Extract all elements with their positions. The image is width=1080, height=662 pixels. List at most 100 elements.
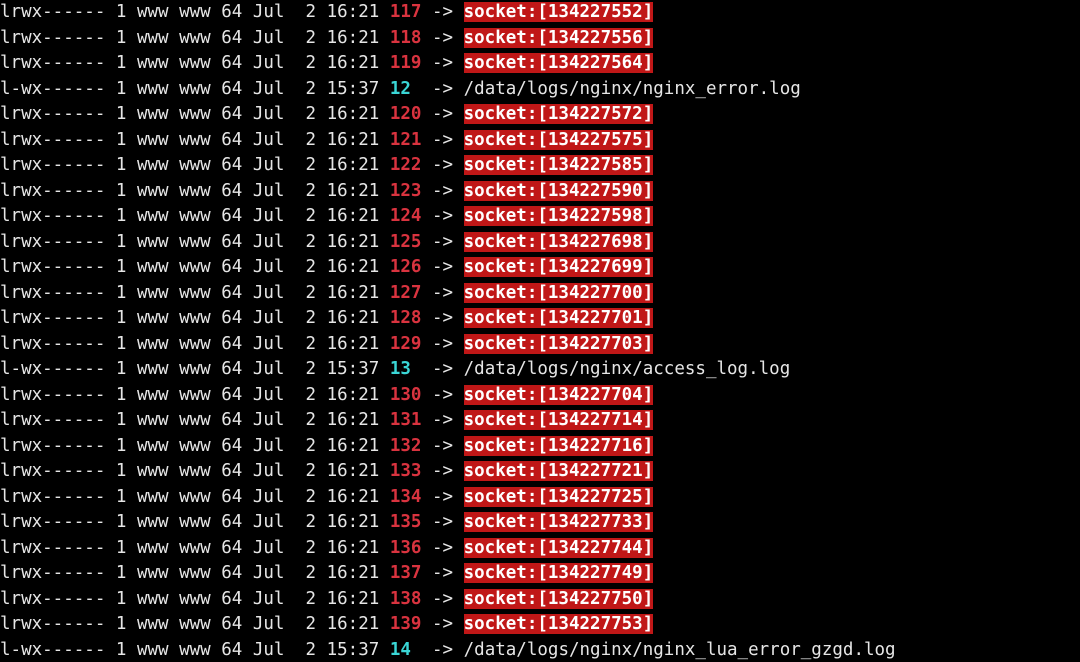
file-metadata: 1 www www 64 Jul 2 16:21 <box>105 155 389 175</box>
symlink-arrow: -> <box>421 308 463 328</box>
symlink-arrow: -> <box>421 614 463 634</box>
fd-number: 134 <box>390 487 422 507</box>
ls-row: lrwx------ 1 www www 64 Jul 2 16:21 127 … <box>0 281 1080 307</box>
fd-number: 136 <box>390 538 422 558</box>
fd-number: 135 <box>390 512 422 532</box>
symlink-arrow: -> <box>421 28 463 48</box>
permissions: lrwx------ <box>0 130 105 150</box>
file-metadata: 1 www www 64 Jul 2 16:21 <box>105 2 389 22</box>
permissions: lrwx------ <box>0 308 105 328</box>
symlink-arrow: -> <box>421 181 463 201</box>
socket-target: socket:[134227701] <box>464 308 654 328</box>
symlink-arrow: -> <box>421 232 463 252</box>
permissions: lrwx------ <box>0 487 105 507</box>
ls-row: lrwx------ 1 www www 64 Jul 2 16:21 128 … <box>0 306 1080 332</box>
file-metadata: 1 www www 64 Jul 2 16:21 <box>105 206 389 226</box>
ls-row: lrwx------ 1 www www 64 Jul 2 16:21 118 … <box>0 26 1080 52</box>
file-metadata: 1 www www 64 Jul 2 15:37 <box>105 79 389 99</box>
symlink-arrow: -> <box>421 538 463 558</box>
socket-target: socket:[134227716] <box>464 436 654 456</box>
file-metadata: 1 www www 64 Jul 2 16:21 <box>105 436 389 456</box>
fd-number: 129 <box>390 334 422 354</box>
file-metadata: 1 www www 64 Jul 2 16:21 <box>105 589 389 609</box>
fd-number: 128 <box>390 308 422 328</box>
socket-target: socket:[134227753] <box>464 614 654 634</box>
fd-number: 137 <box>390 563 422 583</box>
file-metadata: 1 www www 64 Jul 2 16:21 <box>105 283 389 303</box>
permissions: l-wx------ <box>0 640 105 660</box>
file-metadata: 1 www www 64 Jul 2 16:21 <box>105 614 389 634</box>
fd-number: 118 <box>390 28 422 48</box>
ls-row: lrwx------ 1 www www 64 Jul 2 16:21 131 … <box>0 408 1080 434</box>
socket-target: socket:[134227725] <box>464 487 654 507</box>
symlink-arrow: -> <box>421 563 463 583</box>
ls-row: l-wx------ 1 www www 64 Jul 2 15:37 14 -… <box>0 638 1080 662</box>
ls-row: lrwx------ 1 www www 64 Jul 2 16:21 138 … <box>0 587 1080 613</box>
socket-target: socket:[134227700] <box>464 283 654 303</box>
ls-row: lrwx------ 1 www www 64 Jul 2 16:21 134 … <box>0 485 1080 511</box>
symlink-arrow: -> <box>421 283 463 303</box>
symlink-arrow: -> <box>421 53 463 73</box>
file-metadata: 1 www www 64 Jul 2 16:21 <box>105 104 389 124</box>
file-target: /data/logs/nginx/nginx_error.log <box>464 79 801 99</box>
permissions: lrwx------ <box>0 334 105 354</box>
file-target: /data/logs/nginx/access_log.log <box>464 359 791 379</box>
ls-row: lrwx------ 1 www www 64 Jul 2 16:21 130 … <box>0 383 1080 409</box>
symlink-arrow: -> <box>421 257 463 277</box>
permissions: lrwx------ <box>0 385 105 405</box>
socket-target: socket:[134227552] <box>464 2 654 22</box>
permissions: lrwx------ <box>0 181 105 201</box>
permissions: lrwx------ <box>0 28 105 48</box>
permissions: lrwx------ <box>0 461 105 481</box>
socket-target: socket:[134227590] <box>464 181 654 201</box>
ls-row: lrwx------ 1 www www 64 Jul 2 16:21 123 … <box>0 179 1080 205</box>
symlink-arrow: -> <box>421 640 463 660</box>
file-metadata: 1 www www 64 Jul 2 16:21 <box>105 538 389 558</box>
fd-number: 119 <box>390 53 422 73</box>
socket-target: socket:[134227698] <box>464 232 654 252</box>
symlink-arrow: -> <box>421 589 463 609</box>
file-metadata: 1 www www 64 Jul 2 16:21 <box>105 385 389 405</box>
ls-row: lrwx------ 1 www www 64 Jul 2 16:21 137 … <box>0 561 1080 587</box>
ls-row: lrwx------ 1 www www 64 Jul 2 16:21 129 … <box>0 332 1080 358</box>
file-metadata: 1 www www 64 Jul 2 15:37 <box>105 640 389 660</box>
ls-row: lrwx------ 1 www www 64 Jul 2 16:21 126 … <box>0 255 1080 281</box>
symlink-arrow: -> <box>421 104 463 124</box>
fd-number: 138 <box>390 589 422 609</box>
ls-row: lrwx------ 1 www www 64 Jul 2 16:21 122 … <box>0 153 1080 179</box>
socket-target: socket:[134227749] <box>464 563 654 583</box>
socket-target: socket:[134227699] <box>464 257 654 277</box>
socket-target: socket:[134227704] <box>464 385 654 405</box>
fd-number: 121 <box>390 130 422 150</box>
fd-number: 132 <box>390 436 422 456</box>
ls-row: l-wx------ 1 www www 64 Jul 2 15:37 12 -… <box>0 77 1080 103</box>
permissions: l-wx------ <box>0 359 105 379</box>
fd-number: 131 <box>390 410 422 430</box>
fd-number: 117 <box>390 2 422 22</box>
ls-row: lrwx------ 1 www www 64 Jul 2 16:21 133 … <box>0 459 1080 485</box>
fd-number: 120 <box>390 104 422 124</box>
symlink-arrow: -> <box>421 79 463 99</box>
permissions: lrwx------ <box>0 206 105 226</box>
socket-target: socket:[134227721] <box>464 461 654 481</box>
file-metadata: 1 www www 64 Jul 2 16:21 <box>105 410 389 430</box>
symlink-arrow: -> <box>421 359 463 379</box>
fd-number: 126 <box>390 257 422 277</box>
file-metadata: 1 www www 64 Jul 2 16:21 <box>105 308 389 328</box>
permissions: lrwx------ <box>0 257 105 277</box>
symlink-arrow: -> <box>421 436 463 456</box>
socket-target: socket:[134227585] <box>464 155 654 175</box>
permissions: lrwx------ <box>0 589 105 609</box>
ls-row: lrwx------ 1 www www 64 Jul 2 16:21 136 … <box>0 536 1080 562</box>
file-metadata: 1 www www 64 Jul 2 16:21 <box>105 130 389 150</box>
permissions: lrwx------ <box>0 53 105 73</box>
file-metadata: 1 www www 64 Jul 2 16:21 <box>105 461 389 481</box>
permissions: lrwx------ <box>0 2 105 22</box>
fd-number: 122 <box>390 155 422 175</box>
file-metadata: 1 www www 64 Jul 2 16:21 <box>105 334 389 354</box>
permissions: lrwx------ <box>0 538 105 558</box>
fd-number: 13 <box>390 359 411 379</box>
ls-row: lrwx------ 1 www www 64 Jul 2 16:21 125 … <box>0 230 1080 256</box>
terminal-output: lrwx------ 1 www www 64 Jul 2 16:21 117 … <box>0 0 1080 662</box>
file-metadata: 1 www www 64 Jul 2 16:21 <box>105 53 389 73</box>
